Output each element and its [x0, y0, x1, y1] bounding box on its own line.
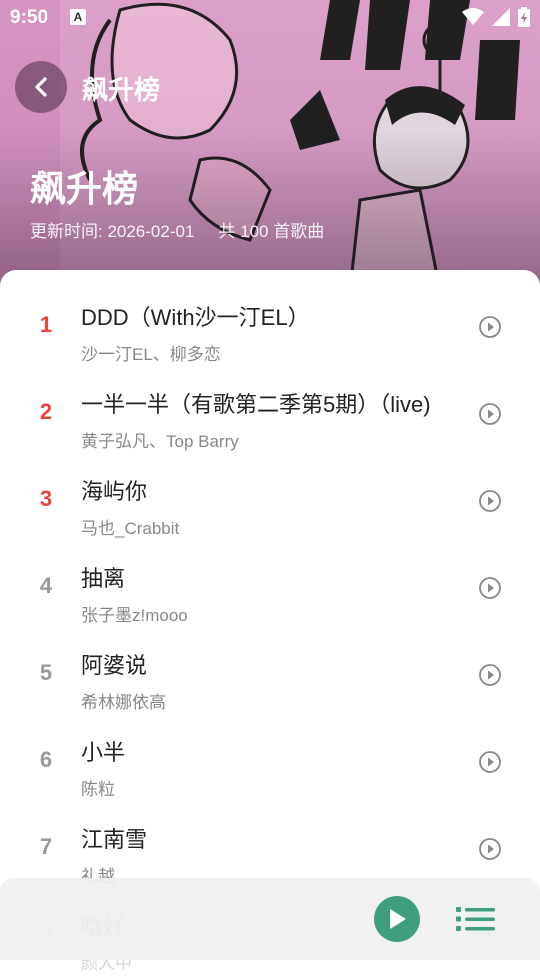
song-title: 海屿你: [81, 479, 148, 504]
status-time: 9:50: [10, 7, 49, 28]
song-title: 抽离: [81, 566, 126, 591]
song-artist: 沙一汀EL、柳多恋: [81, 345, 221, 364]
song-count: 共 100 首歌曲: [218, 222, 325, 241]
song-title: 阿婆说: [81, 653, 148, 678]
header-shade: [0, 0, 540, 290]
nav-title: 飙升榜: [82, 75, 161, 105]
playlist-icon[interactable]: [456, 904, 496, 934]
song-title: DDD（With沙一汀EL）: [81, 305, 310, 330]
update-time: 更新时间: 2026-02-01: [30, 222, 195, 241]
song-artist: 陈粒: [81, 780, 115, 799]
status-icons: [462, 7, 530, 27]
play-icon: [390, 909, 406, 929]
play-circle-icon[interactable]: [478, 750, 502, 774]
status-bar: 9:50 A: [0, 0, 540, 36]
rank-number: 7: [39, 834, 53, 859]
rank-number: 3: [39, 486, 53, 511]
play-circle-icon[interactable]: [478, 489, 502, 513]
play-circle-icon[interactable]: [478, 837, 502, 861]
song-artist: 黄子弘凡、Top Barry: [81, 432, 239, 451]
song-row[interactable]: 2 一半一半（有歌第二季第5期）（live) 黄子弘凡、Top Barry: [0, 371, 540, 458]
song-row[interactable]: 3 海屿你 马也_Crabbit: [0, 458, 540, 545]
header-banner: 9:50 A 飙升榜 飙升榜 更新时间: 2026-02-01 共 100 首歌…: [0, 0, 540, 290]
page-title: 飙升榜: [30, 168, 139, 209]
player-play-button[interactable]: [374, 896, 420, 942]
song-list: 1 DDD（With沙一汀EL） 沙一汀EL、柳多恋 2 一半一半（有歌第二季第…: [0, 270, 540, 973]
song-row[interactable]: 6 小半 陈粒: [0, 719, 540, 806]
chart-meta: 更新时间: 2026-02-01 共 100 首歌曲: [30, 217, 324, 242]
song-artist: 马也_Crabbit: [81, 519, 180, 538]
mini-player-bar: [0, 878, 540, 960]
song-row[interactable]: 1 DDD（With沙一汀EL） 沙一汀EL、柳多恋: [0, 284, 540, 371]
play-circle-icon[interactable]: [478, 402, 502, 426]
back-button[interactable]: [15, 61, 67, 113]
song-artist: 希林娜依高: [81, 693, 166, 712]
song-artist: 张子墨z!mooo: [81, 606, 188, 625]
battery-icon: [518, 7, 530, 27]
rank-number: 4: [39, 573, 53, 598]
rank-number: 2: [39, 399, 53, 424]
song-row[interactable]: 5 阿婆说 希林娜依高: [0, 632, 540, 719]
chevron-left-icon: [35, 77, 47, 97]
play-circle-icon[interactable]: [478, 663, 502, 687]
play-circle-icon[interactable]: [478, 576, 502, 600]
song-title: 小半: [81, 740, 126, 765]
rank-number: 5: [39, 660, 53, 685]
song-title: 江南雪: [81, 827, 148, 852]
song-title: 一半一半（有歌第二季第5期）（live): [81, 392, 431, 417]
notification-icon: A: [70, 9, 86, 25]
wifi-icon: [462, 8, 484, 25]
signal-icon: [492, 8, 510, 26]
song-row[interactable]: 4 抽离 张子墨z!mooo: [0, 545, 540, 632]
rank-number: 1: [39, 312, 53, 337]
play-circle-icon[interactable]: [478, 315, 502, 339]
rank-number: 6: [39, 747, 53, 772]
